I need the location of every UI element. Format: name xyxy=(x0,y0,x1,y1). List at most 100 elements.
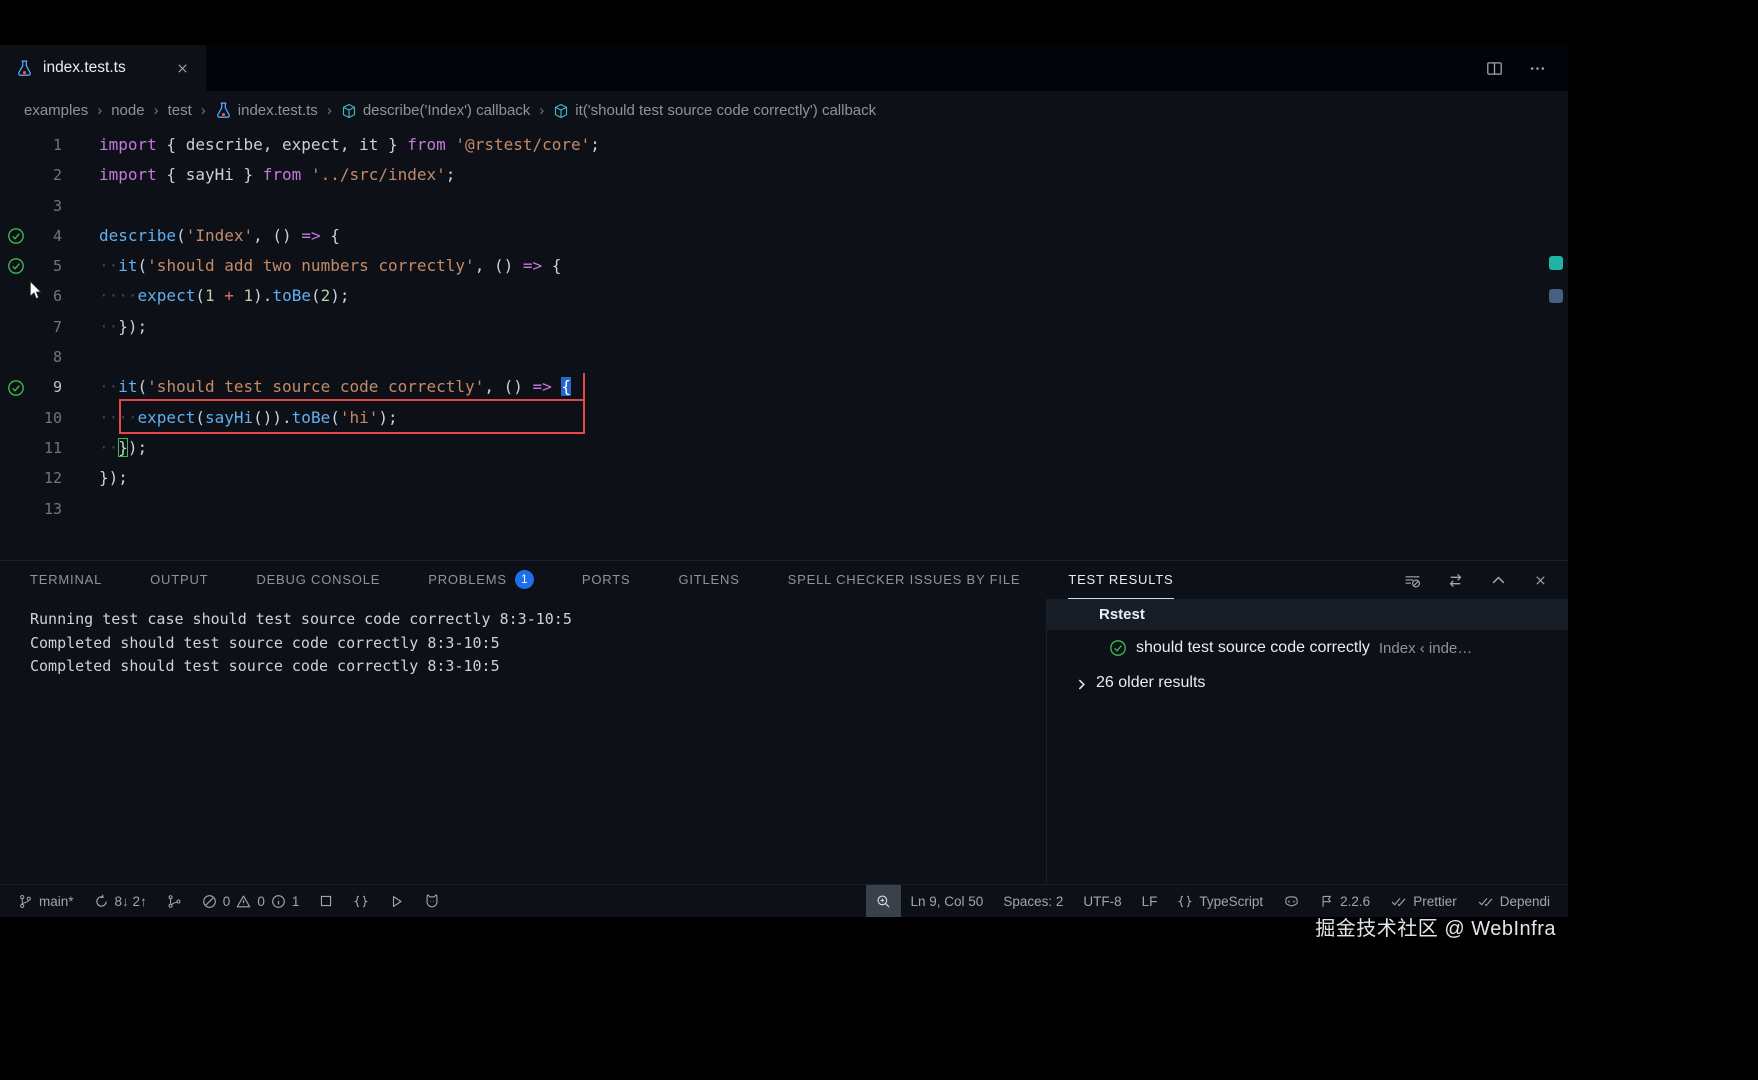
terminal-output: Running test case should test source cod… xyxy=(0,599,1046,884)
code-token: ( xyxy=(330,407,340,427)
test-result-item[interactable]: should test source code correctly Index … xyxy=(1047,630,1568,666)
status-label: 1 xyxy=(291,893,300,909)
code-text: import { sayHi } from '../src/index'; xyxy=(62,160,455,190)
code-line[interactable]: 7 ··}); xyxy=(0,312,1568,342)
panel-tab-label: PROBLEMS xyxy=(428,572,507,587)
panel-tab-test-results[interactable]: TEST RESULTS xyxy=(1068,561,1174,599)
swap-panel-icon[interactable] xyxy=(1447,572,1464,589)
code-token: ·· xyxy=(99,316,119,336)
gutter-test-decoration[interactable] xyxy=(0,379,32,397)
code-token: , () xyxy=(253,225,302,245)
line-number[interactable]: 4 xyxy=(32,221,62,251)
more-actions-icon[interactable] xyxy=(1529,60,1546,77)
panel-tab-gitlens[interactable]: GITLENS xyxy=(678,561,739,599)
status-run-task[interactable] xyxy=(379,885,414,917)
test-results-header[interactable]: Rstest xyxy=(1047,599,1568,630)
tab-index-test-ts[interactable]: index.test.ts xyxy=(0,45,206,91)
line-number[interactable]: 9 xyxy=(32,372,62,402)
code-line[interactable]: 2 import { sayHi } from '../src/index'; xyxy=(0,160,1568,190)
line-number[interactable]: 5 xyxy=(32,251,62,281)
code-token: 2 xyxy=(320,286,331,306)
breadcrumb-item[interactable]: it('should test source code correctly') … xyxy=(553,102,876,119)
status-zoom[interactable] xyxy=(865,885,901,917)
panel-tab-label: SPELL CHECKER ISSUES BY FILE xyxy=(787,572,1021,587)
panel-tab-debug-console[interactable]: DEBUG CONSOLE xyxy=(256,561,380,599)
code-line[interactable]: 12}); xyxy=(0,463,1568,493)
line-number[interactable]: 6 xyxy=(32,281,62,311)
code-line[interactable]: 3 xyxy=(0,191,1568,221)
code-line[interactable]: 13 xyxy=(0,494,1568,524)
code-line[interactable]: 1 import { describe, expect, it } from '@… xyxy=(0,130,1568,160)
status-cursor-position[interactable]: Ln 9, Col 50 xyxy=(901,885,994,917)
status-eol[interactable]: LF xyxy=(1132,885,1168,917)
breadcrumb-item[interactable]: index.test.ts xyxy=(215,102,318,119)
code-token: 'hi' xyxy=(339,407,379,427)
gutter-test-decoration[interactable] xyxy=(0,257,32,275)
status-problems[interactable]: 0 0 1 xyxy=(192,885,310,917)
code-line[interactable]: 4 describe('Index', () => { xyxy=(0,221,1568,251)
test-pass-icon xyxy=(7,257,25,275)
code-token: ()). xyxy=(253,407,292,427)
code-token: ···· xyxy=(99,286,138,306)
status-sync[interactable]: 8↓ 2↑ xyxy=(84,885,157,917)
panel-tab-label: TEST RESULTS xyxy=(1068,572,1174,587)
breadcrumb-item[interactable]: node xyxy=(111,102,144,119)
panel-tab-output[interactable]: OUTPUT xyxy=(150,561,208,599)
line-number[interactable]: 1 xyxy=(32,130,62,160)
status-brackets[interactable] xyxy=(343,885,379,917)
panel-tab-spell-checker-issues-by-file[interactable]: SPELL CHECKER ISSUES BY FILE xyxy=(788,561,1021,599)
error-icon xyxy=(202,894,217,909)
breadcrumb-item[interactable]: test xyxy=(168,102,192,119)
code-token: it xyxy=(118,377,138,397)
code-line[interactable]: 8 xyxy=(0,342,1568,372)
editor-actions xyxy=(1486,45,1568,91)
panel-tab-terminal[interactable]: TERMINAL xyxy=(30,561,102,599)
chevron-right-icon xyxy=(1073,675,1090,692)
code-token: ; xyxy=(590,135,600,154)
status-copilot[interactable] xyxy=(1273,885,1310,917)
gutter-test-decoration[interactable] xyxy=(0,227,32,245)
maximize-panel-icon[interactable] xyxy=(1490,572,1507,589)
line-number[interactable]: 8 xyxy=(32,342,62,372)
code-token: ); xyxy=(127,437,148,457)
panel-tab-problems[interactable]: PROBLEMS 1 xyxy=(428,561,534,599)
breadcrumb: examples › node › test › index.test.ts › describ… xyxy=(0,91,1568,130)
code-line[interactable]: 10 ····expect(sayHi()).toBe('hi'); xyxy=(0,403,1568,433)
older-results-row[interactable]: 26 older results xyxy=(1047,666,1568,700)
status-indentation[interactable]: Spaces: 2 xyxy=(993,885,1073,917)
tab-close-icon[interactable] xyxy=(175,61,190,76)
breadcrumb-item[interactable]: describe('Index') callback xyxy=(341,102,530,119)
code-line[interactable]: 6 ····expect(1 + 1).toBe(2); xyxy=(0,281,1568,311)
line-number[interactable]: 11 xyxy=(32,433,62,463)
status-encoding[interactable]: UTF-8 xyxy=(1073,885,1131,917)
split-editor-icon[interactable] xyxy=(1486,60,1503,77)
code-token: '../src/index' xyxy=(310,165,446,185)
code-editor[interactable]: 1 import { describe, expect, it } from '@… xyxy=(0,130,1568,560)
line-number[interactable]: 13 xyxy=(32,494,62,524)
line-number[interactable]: 2 xyxy=(32,160,62,190)
line-number[interactable]: 12 xyxy=(32,463,62,493)
graph-icon xyxy=(167,894,182,909)
status-branch[interactable]: main* xyxy=(8,885,84,917)
status-label: 8↓ 2↑ xyxy=(114,893,147,909)
line-number[interactable]: 10 xyxy=(32,403,62,433)
test-pass-icon xyxy=(7,379,25,397)
code-line[interactable]: 5 ··it('should add two numbers correctly'… xyxy=(0,251,1568,281)
status-language-mode[interactable]: TypeScript xyxy=(1167,885,1273,917)
close-panel-icon[interactable] xyxy=(1533,573,1548,588)
code-line[interactable]: 11 ··}); xyxy=(0,433,1568,463)
filter-panel-icon[interactable] xyxy=(1404,572,1421,589)
status-stop[interactable] xyxy=(309,885,343,917)
line-number[interactable]: 7 xyxy=(32,312,62,342)
code-line[interactable]: 9 ··it('should test source code correctly… xyxy=(0,372,1568,402)
status-label: LF xyxy=(1141,893,1158,909)
status-label: TypeScript xyxy=(1199,893,1264,909)
panel-tab-ports[interactable]: PORTS xyxy=(582,561,631,599)
line-number[interactable]: 3 xyxy=(32,191,62,221)
status-git-graph[interactable] xyxy=(157,885,192,917)
breadcrumb-item[interactable]: examples xyxy=(24,102,88,119)
cube-icon xyxy=(553,103,569,119)
status-pet[interactable] xyxy=(414,885,450,917)
test-results-panel: Rstest should test source code correctly… xyxy=(1046,599,1568,884)
